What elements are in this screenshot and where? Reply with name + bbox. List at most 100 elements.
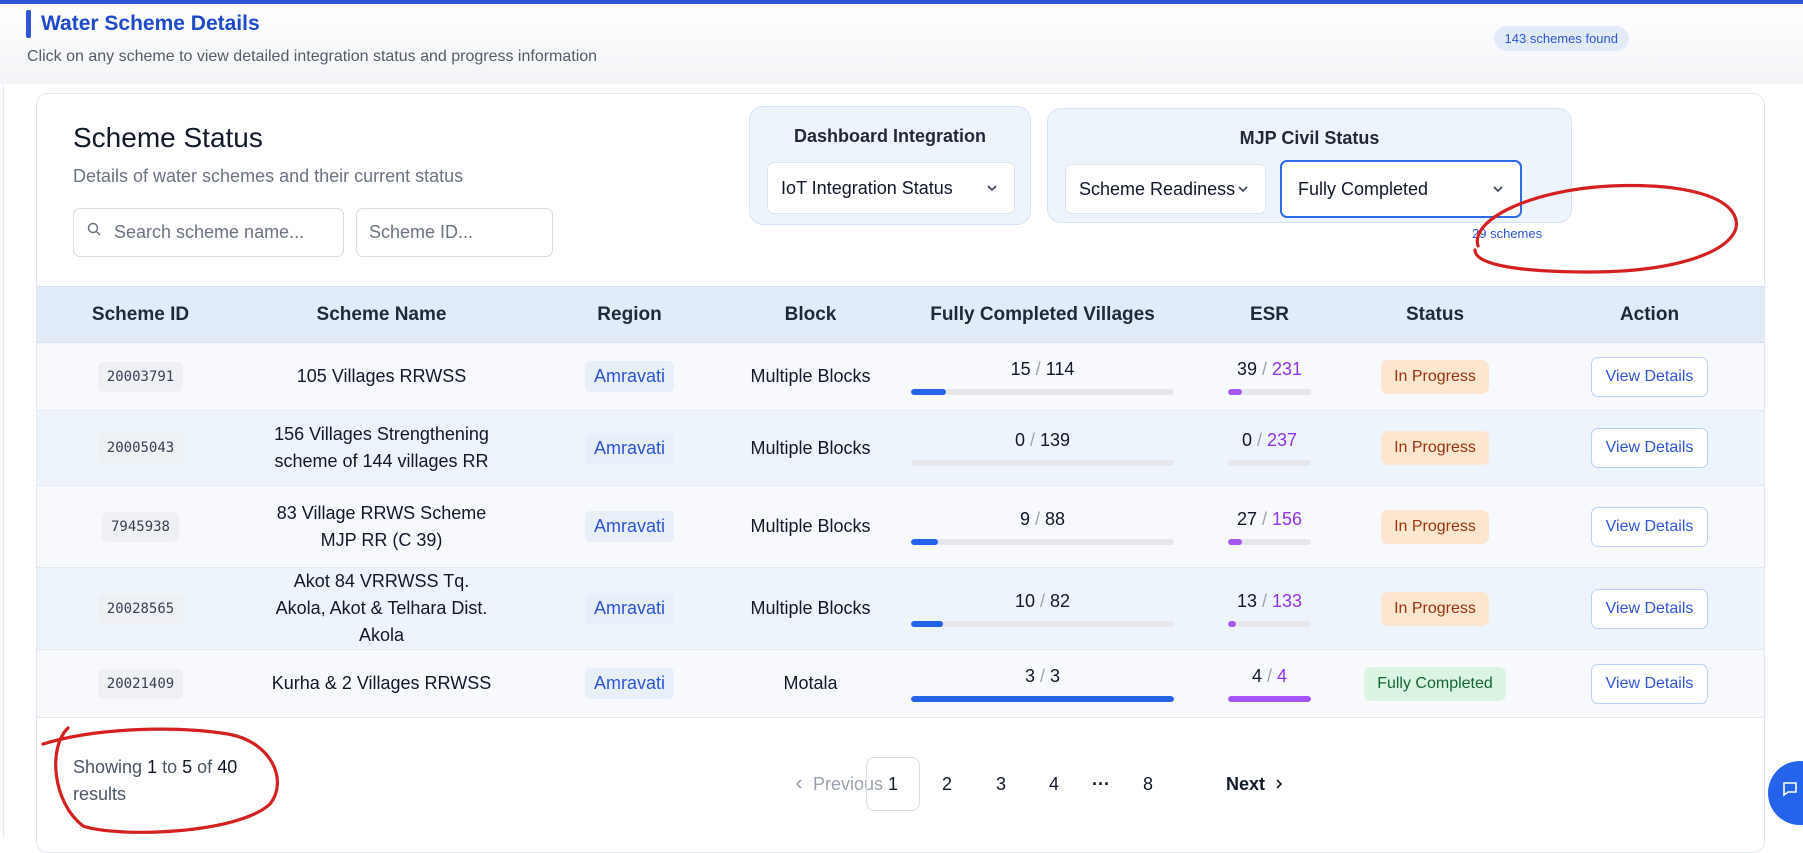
region-tag: Amravati <box>584 361 674 392</box>
scheme-name: Akot 84 VRRWSS Tq. Akola, Akot & Telhara… <box>244 567 519 650</box>
search-icon <box>87 222 101 236</box>
showing-prefix: Showing <box>73 757 143 777</box>
scheme-readiness-select[interactable]: Scheme Readiness <box>1065 164 1266 214</box>
table-row[interactable]: 20005043 156 Villages Strengthening sche… <box>37 410 1764 486</box>
col-scheme-id[interactable]: Scheme ID <box>37 286 244 343</box>
esr-done: 39 <box>1236 358 1257 379</box>
block: Motala <box>740 649 881 718</box>
results-summary: Showing 1 to 5 of 40 results <box>73 754 263 808</box>
villages-total: 114 <box>1045 358 1075 379</box>
esr-done: 13 <box>1236 590 1257 611</box>
view-details-button[interactable]: View Details <box>1590 588 1709 629</box>
villages-done: 9 <box>1019 508 1030 529</box>
page-1-button[interactable]: 1 <box>866 757 920 811</box>
chat-icon <box>1783 782 1797 797</box>
esr-progress: 0 / 237 <box>1228 430 1311 466</box>
esr-progress-bar <box>1228 695 1311 702</box>
status-badge: In Progress <box>1381 509 1489 544</box>
card-title: Scheme Status <box>73 122 263 153</box>
esr-progress-bar <box>1228 620 1311 627</box>
scheme-name: 105 Villages RRWSS <box>244 342 519 411</box>
results-word: results <box>73 784 127 804</box>
scheme-id-box <box>356 208 553 257</box>
search-box <box>73 208 344 257</box>
col-esr[interactable]: ESR <box>1204 286 1335 343</box>
villages-progress: 10 / 82 <box>911 591 1174 627</box>
col-action: Action <box>1535 286 1764 343</box>
page-8-button[interactable]: 8 <box>1121 757 1175 811</box>
scheme-name: 83 Village RRWS Scheme MJP RR (C 39) <box>244 485 519 568</box>
esr-done: 4 <box>1251 665 1262 686</box>
table-row[interactable]: 20003791 105 Villages RRWSS Amravati Mul… <box>37 342 1764 411</box>
col-fully-completed-villages[interactable]: Fully Completed Villages <box>881 286 1204 343</box>
scheme-id-input[interactable] <box>369 209 544 256</box>
left-border <box>3 4 4 838</box>
completion-status-select[interactable]: Fully Completed <box>1280 160 1522 218</box>
villages-progress-bar <box>911 538 1174 545</box>
esr-progress-bar <box>1228 460 1311 466</box>
chevron-down-icon <box>1238 186 1248 193</box>
next-page-button[interactable]: Next <box>1226 757 1283 811</box>
page-4-button[interactable]: 4 <box>1027 757 1081 811</box>
esr-progress-fill <box>1228 538 1243 545</box>
view-details-button[interactable]: View Details <box>1590 428 1709 468</box>
scheme-readiness-select-value: Scheme Readiness <box>1079 179 1236 199</box>
table-row[interactable]: 7945938 83 Village RRWS Scheme MJP RR (C… <box>37 485 1764 568</box>
chevron-down-icon <box>1493 186 1503 193</box>
table-header-row: Scheme ID Scheme Name Region Block Fully… <box>37 286 1764 343</box>
chevron-down-icon <box>987 185 997 192</box>
villages-progress: 3 / 3 <box>911 666 1174 702</box>
pagination-ellipsis: ··· <box>1092 773 1110 794</box>
iot-integration-select-value: IoT Integration Status <box>781 178 953 198</box>
esr-done: 27 <box>1236 508 1257 529</box>
esr-total: 231 <box>1272 358 1303 379</box>
col-status[interactable]: Status <box>1335 286 1535 343</box>
villages-progress-fill <box>911 695 1174 702</box>
villages-done: 0 <box>1014 430 1025 450</box>
esr-progress-fill <box>1228 695 1311 702</box>
esr-progress-bar <box>1228 388 1311 395</box>
scheme-status-card: Scheme Status Details of water schemes a… <box>36 93 1765 853</box>
schemes-table: Scheme ID Scheme Name Region Block Fully… <box>37 286 1764 718</box>
view-details-button[interactable]: View Details <box>1590 663 1709 704</box>
chevron-left-icon <box>795 779 802 789</box>
villages-progress-bar <box>911 460 1174 466</box>
block: Multiple Blocks <box>740 485 881 568</box>
of-word: of <box>197 757 213 777</box>
search-input[interactable] <box>114 209 334 256</box>
chat-button[interactable] <box>1768 761 1803 825</box>
esr-progress-fill <box>1228 388 1242 395</box>
completion-status-select-value: Fully Completed <box>1298 179 1429 199</box>
villages-done: 15 <box>1010 358 1031 379</box>
status-badge: In Progress <box>1381 359 1489 394</box>
page-3-button[interactable]: 3 <box>974 757 1028 811</box>
esr-progress: 39 / 231 <box>1228 359 1311 395</box>
view-details-button[interactable]: View Details <box>1590 356 1709 397</box>
block: Multiple Blocks <box>740 410 881 486</box>
dashboard-integration-title: Dashboard Integration <box>793 126 986 146</box>
title-accent-bar <box>26 10 31 38</box>
next-label: Next <box>1226 773 1266 794</box>
to-word: to <box>162 757 178 777</box>
scheme-name: Kurha & 2 Villages RRWSS <box>244 649 519 718</box>
col-region[interactable]: Region <box>519 286 740 343</box>
scheme-id: 20021409 <box>97 668 184 699</box>
view-details-button[interactable]: View Details <box>1590 506 1709 547</box>
villages-progress: 9 / 88 <box>911 509 1174 545</box>
villages-progress: 0 / 139 <box>911 430 1174 466</box>
page-2-button[interactable]: 2 <box>920 757 974 811</box>
table-row[interactable]: 20028565 Akot 84 VRRWSS Tq. Akola, Akot … <box>37 567 1764 650</box>
region-tag: Amravati <box>584 432 674 464</box>
page-subtitle: Click on any scheme to view detailed int… <box>27 48 598 65</box>
scheme-name: 156 Villages Strengthening scheme of 144… <box>244 410 519 486</box>
iot-integration-select[interactable]: IoT Integration Status <box>767 162 1015 214</box>
villages-progress-fill <box>911 388 946 395</box>
table-row[interactable]: 20021409 Kurha & 2 Villages RRWSS Amrava… <box>37 649 1764 718</box>
col-block[interactable]: Block <box>740 286 881 343</box>
col-scheme-name[interactable]: Scheme Name <box>244 286 519 343</box>
villages-progress-fill <box>911 620 944 627</box>
scheme-id: 20028565 <box>97 593 184 624</box>
card-subtitle: Details of water schemes and their curre… <box>73 166 464 186</box>
villages-progress-fill <box>911 538 938 545</box>
esr-progress: 13 / 133 <box>1228 591 1311 627</box>
